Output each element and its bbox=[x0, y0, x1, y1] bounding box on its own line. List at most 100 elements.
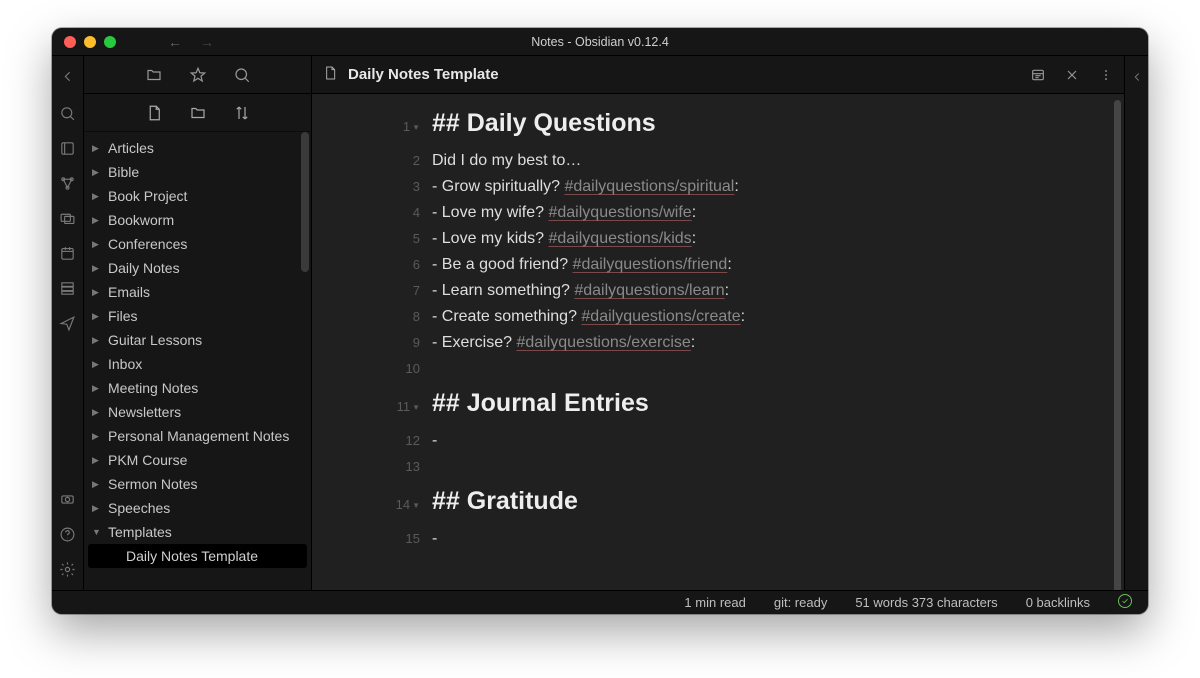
folder-label: Bookworm bbox=[108, 212, 174, 228]
editor-line[interactable]: 7- Learn something? #dailyquestions/lear… bbox=[312, 278, 1100, 304]
folder-toggle-icon[interactable]: ▶ bbox=[92, 431, 102, 442]
starred-tab-icon[interactable] bbox=[189, 66, 207, 84]
folder-toggle-icon[interactable]: ▶ bbox=[92, 239, 102, 250]
collapse-sidebar-icon[interactable] bbox=[59, 68, 76, 85]
folder-item[interactable]: ▶ Speeches bbox=[84, 496, 311, 520]
folder-item[interactable]: ▶ Bookworm bbox=[84, 208, 311, 232]
fold-icon[interactable]: ▼ bbox=[412, 403, 420, 412]
folder-toggle-icon[interactable]: ▶ bbox=[92, 335, 102, 346]
record-icon[interactable] bbox=[59, 491, 76, 508]
sidebar-scrollbar[interactable] bbox=[299, 132, 311, 590]
nav-back-button[interactable]: ← bbox=[168, 34, 182, 50]
new-note-icon[interactable] bbox=[145, 104, 163, 122]
folder-toggle-icon[interactable]: ▼ bbox=[92, 527, 102, 537]
folder-item[interactable]: ▼Templates bbox=[84, 520, 311, 544]
nav-forward-button[interactable]: → bbox=[200, 34, 214, 50]
editor-line[interactable]: 3- Grow spiritually? #dailyquestions/spi… bbox=[312, 174, 1100, 200]
folder-toggle-icon[interactable]: ▶ bbox=[92, 407, 102, 418]
folder-toggle-icon[interactable]: ▶ bbox=[92, 215, 102, 226]
files-tab-icon[interactable] bbox=[145, 66, 163, 84]
hashtag-link[interactable]: #dailyquestions/spiritual bbox=[564, 178, 734, 195]
editor-scrollbar[interactable] bbox=[1114, 100, 1121, 590]
editor-line[interactable]: 5- Love my kids? #dailyquestions/kids: bbox=[312, 226, 1100, 252]
folder-item[interactable]: ▶PKM Course bbox=[84, 448, 311, 472]
graph-icon[interactable] bbox=[59, 175, 76, 192]
sort-icon[interactable] bbox=[233, 104, 251, 122]
close-note-icon[interactable] bbox=[1064, 67, 1080, 83]
line-number: 8 bbox=[312, 304, 432, 330]
line-number: 13 bbox=[312, 454, 432, 480]
editor-line[interactable]: 15- bbox=[312, 526, 1100, 552]
folder-item[interactable]: ▶Daily Notes bbox=[84, 256, 311, 280]
note-title: Daily Notes Template bbox=[348, 66, 499, 83]
folder-item[interactable]: ▶ Book Project bbox=[84, 184, 311, 208]
fold-icon[interactable]: ▼ bbox=[412, 501, 420, 510]
editor-line[interactable]: 14▼## Gratitude bbox=[312, 480, 1100, 524]
folder-item[interactable]: ▶Conferences bbox=[84, 232, 311, 256]
folder-item[interactable]: ▶Guitar Lessons bbox=[84, 328, 311, 352]
fold-icon[interactable]: ▼ bbox=[412, 123, 420, 132]
preview-toggle-icon[interactable] bbox=[1030, 67, 1046, 83]
status-sync-icon[interactable] bbox=[1118, 594, 1132, 611]
hashtag-link[interactable]: #dailyquestions/learn bbox=[574, 282, 724, 299]
folder-toggle-icon[interactable]: ▶ bbox=[92, 287, 102, 298]
file-tree[interactable]: ▶Articles▶Bible▶Book Project▶Bookworm▶Co… bbox=[84, 132, 311, 590]
close-window-button[interactable] bbox=[64, 36, 76, 48]
editor-line[interactable]: 2Did I do my best to… bbox=[312, 148, 1100, 174]
folder-item[interactable]: ▶Articles bbox=[84, 136, 311, 160]
folder-toggle-icon[interactable]: ▶ bbox=[92, 479, 102, 490]
folder-item[interactable]: ▶Personal Management Notes bbox=[84, 424, 311, 448]
folder-label: Book Project bbox=[108, 188, 187, 204]
folder-item[interactable]: ▶Newsletters bbox=[84, 400, 311, 424]
help-icon[interactable] bbox=[59, 526, 76, 543]
minimize-window-button[interactable] bbox=[84, 36, 96, 48]
search-tab-icon[interactable] bbox=[233, 66, 251, 84]
calendar-icon[interactable] bbox=[59, 245, 76, 262]
folder-toggle-icon[interactable]: ▶ bbox=[92, 167, 102, 178]
folder-item[interactable]: ▶Inbox bbox=[84, 352, 311, 376]
editor[interactable]: 1▼## Daily Questions2Did I do my best to… bbox=[312, 94, 1124, 590]
folder-label: Meeting Notes bbox=[108, 380, 198, 396]
expand-right-sidebar-icon[interactable] bbox=[1130, 70, 1144, 84]
editor-line[interactable]: 11▼## Journal Entries bbox=[312, 382, 1100, 426]
editor-line[interactable]: 6- Be a good friend? #dailyquestions/fri… bbox=[312, 252, 1100, 278]
folder-item[interactable]: ▶Bible bbox=[84, 160, 311, 184]
folder-toggle-icon[interactable]: ▶ bbox=[92, 383, 102, 394]
folder-toggle-icon[interactable]: ▶ bbox=[92, 191, 102, 202]
zoom-window-button[interactable] bbox=[104, 36, 116, 48]
heading-text: ## Daily Questions bbox=[432, 106, 656, 140]
folder-toggle-icon[interactable]: ▶ bbox=[92, 311, 102, 322]
stack-icon[interactable] bbox=[59, 280, 76, 297]
hashtag-link[interactable]: #dailyquestions/friend bbox=[573, 256, 728, 273]
folder-item[interactable]: ▶Emails bbox=[84, 280, 311, 304]
file-item[interactable]: Daily Notes Template bbox=[88, 544, 307, 568]
hashtag-link[interactable]: #dailyquestions/create bbox=[581, 308, 740, 325]
folder-item[interactable]: ▶Sermon Notes bbox=[84, 472, 311, 496]
folder-toggle-icon[interactable]: ▶ bbox=[92, 455, 102, 466]
folder-toggle-icon[interactable]: ▶ bbox=[92, 503, 102, 514]
editor-line[interactable]: 1▼## Daily Questions bbox=[312, 102, 1100, 146]
editor-line[interactable]: 4- Love my wife? #dailyquestions/wife: bbox=[312, 200, 1100, 226]
hashtag-link[interactable]: #dailyquestions/wife bbox=[548, 204, 691, 221]
search-icon[interactable] bbox=[59, 105, 76, 122]
hashtag-link[interactable]: #dailyquestions/kids bbox=[548, 230, 691, 247]
settings-icon[interactable] bbox=[59, 561, 76, 578]
folder-item[interactable]: ▶Files bbox=[84, 304, 311, 328]
folder-toggle-icon[interactable]: ▶ bbox=[92, 359, 102, 370]
folder-toggle-icon[interactable]: ▶ bbox=[92, 263, 102, 274]
folder-label: Speeches bbox=[108, 500, 170, 516]
editor-line[interactable]: 9- Exercise? #dailyquestions/exercise: bbox=[312, 330, 1100, 356]
hashtag-link[interactable]: #dailyquestions/exercise bbox=[516, 334, 690, 351]
folder-item[interactable]: ▶ Meeting Notes bbox=[84, 376, 311, 400]
folder-toggle-icon[interactable]: ▶ bbox=[92, 143, 102, 154]
new-folder-icon[interactable] bbox=[189, 104, 207, 122]
editor-line[interactable]: 12- bbox=[312, 428, 1100, 454]
send-icon[interactable] bbox=[59, 315, 76, 332]
editor-line[interactable]: 8- Create something? #dailyquestions/cre… bbox=[312, 304, 1100, 330]
cards-icon[interactable] bbox=[59, 210, 76, 227]
sidebar-scrollbar-thumb[interactable] bbox=[301, 132, 309, 272]
editor-line[interactable]: 10 bbox=[312, 356, 1100, 382]
editor-line[interactable]: 13 bbox=[312, 454, 1100, 480]
more-icon[interactable] bbox=[1098, 67, 1114, 83]
book-icon[interactable] bbox=[59, 140, 76, 157]
